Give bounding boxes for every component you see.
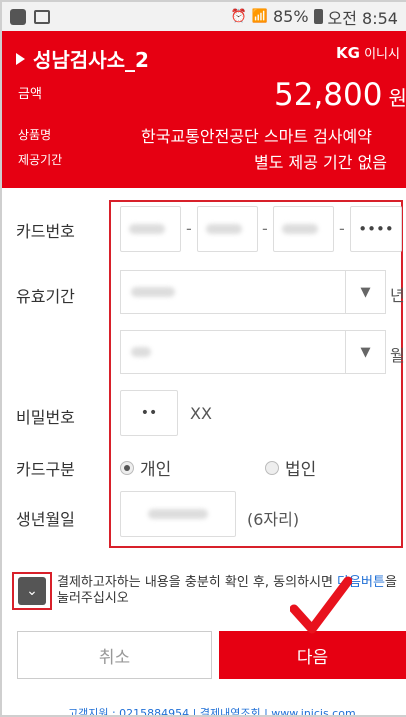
- wifi-icon: 📶: [251, 9, 268, 24]
- cancel-button[interactable]: 취소: [17, 631, 212, 679]
- card-dash: -: [262, 219, 268, 238]
- footer-links[interactable]: 고객지원 : 0215884954 | 결제내역조회 | www.inicis.…: [68, 705, 356, 717]
- card-number-field-4[interactable]: ••••: [350, 206, 402, 252]
- kg-inicis-logo: KG 이니시: [336, 44, 400, 62]
- card-number-field-1[interactable]: [120, 206, 181, 252]
- year-unit: 년: [390, 286, 405, 305]
- status-bar: ⏰ 📶 85% 오전 8:54: [2, 2, 406, 31]
- product-label: 상품명: [18, 128, 52, 142]
- period-value: 별도 제공 기간 없음: [254, 153, 388, 172]
- card-type-corporate-radio[interactable]: 법인: [265, 455, 316, 480]
- card-type-personal-radio[interactable]: 개인: [120, 455, 171, 480]
- amount-value: 52,800 원: [274, 77, 406, 113]
- product-name: 한국교통안전공단 스마트 검사예약: [141, 127, 372, 146]
- clock: 오전 8:54: [327, 8, 398, 28]
- expiry-year-select[interactable]: ▼: [120, 270, 386, 314]
- image-notification-icon: [34, 9, 50, 24]
- chevron-down-icon[interactable]: ▼: [345, 331, 385, 373]
- expiry-label: 유효기간: [16, 287, 75, 306]
- card-number-field-3[interactable]: [273, 206, 334, 252]
- merchant-title: 성남검사소_2: [16, 44, 149, 73]
- consent-text: 결제하고자하는 내용을 충분히 확인 후, 동의하시면 다음버튼을 눌러주십시오: [57, 575, 397, 606]
- card-dash: -: [339, 219, 345, 238]
- birthdate-hint: (6자리): [247, 510, 300, 529]
- app-notification-icon: [10, 8, 26, 25]
- expiry-month-select[interactable]: ▼: [120, 330, 386, 374]
- radio-selected-icon[interactable]: [120, 460, 134, 475]
- month-unit: 월: [390, 346, 405, 365]
- card-type-label: 카드구분: [16, 460, 75, 479]
- consent-checkbox-highlight[interactable]: ⌄: [12, 572, 52, 610]
- payment-header: 성남검사소_2 KG 이니시 금액 52,800 원 상품명 한국교통안전공단 스…: [2, 31, 406, 188]
- card-number-field-2[interactable]: [197, 206, 258, 252]
- next-button[interactable]: 다음: [219, 631, 406, 679]
- amount-label: 금액: [18, 87, 42, 102]
- chevron-down-icon[interactable]: ⌄: [18, 577, 46, 605]
- alarm-icon: ⏰: [230, 9, 247, 24]
- password-input[interactable]: ••: [120, 390, 178, 436]
- battery-level: 85%: [272, 7, 309, 26]
- card-dash: -: [186, 219, 192, 238]
- battery-icon: [313, 9, 323, 24]
- chevron-down-icon[interactable]: ▼: [345, 271, 385, 313]
- password-suffix: XX: [190, 404, 212, 423]
- checkmark-icon: [290, 576, 352, 634]
- birthdate-label: 생년월일: [16, 510, 75, 529]
- birthdate-input[interactable]: [120, 491, 236, 537]
- period-label: 제공기간: [18, 153, 63, 167]
- password-label: 비밀번호: [16, 408, 75, 427]
- radio-unselected-icon[interactable]: [265, 460, 279, 475]
- card-number-label: 카드번호: [16, 222, 75, 241]
- triangle-right-icon: [16, 52, 25, 65]
